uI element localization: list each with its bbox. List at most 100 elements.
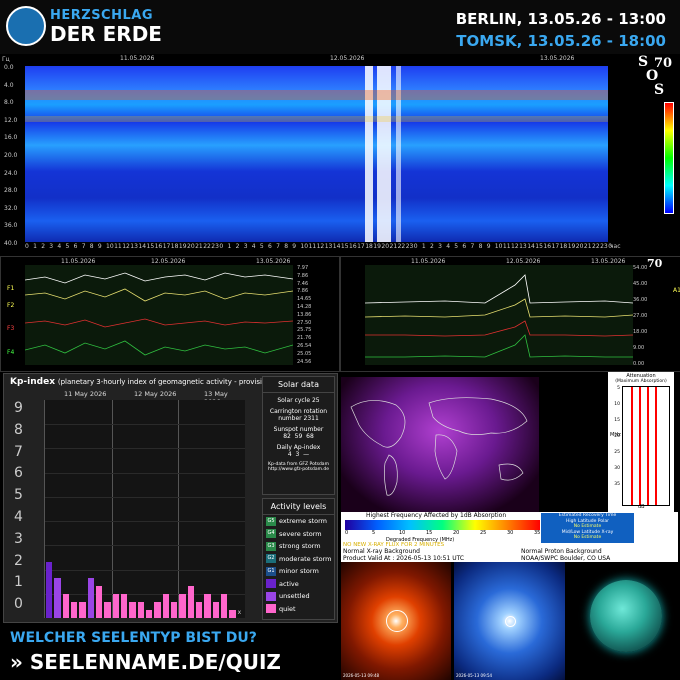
quiz-link[interactable]: » SEELENNAME.DE/QUIZ (10, 650, 281, 674)
kp-grid-line (45, 472, 245, 474)
spectrogram-y-tick: 8.0 (4, 99, 14, 107)
recovery-box: Estimated Recovery Time High Latitude Po… (541, 513, 634, 543)
sos-logo-num: 70 (654, 56, 673, 71)
sos-logo-small: 70 (647, 257, 663, 270)
spectrogram-x-tick: 3 (438, 243, 442, 250)
solar-cycle: Solar cycle 25 (277, 397, 320, 404)
carrington-label: Carrington rotation (269, 408, 328, 415)
attn-y-tick: 25 (614, 450, 620, 455)
spectrogram-x-tick: 22 (592, 243, 600, 250)
amp-label-a1: A1 (673, 287, 680, 294)
spectrogram-y-axis: 0.0 4.0 8.0 12.0 16.0 20.0 24.0 28.0 32.0 36.0 40.… (4, 64, 24, 247)
kp-bar (171, 601, 178, 618)
attn-y-tick: 10 (614, 402, 620, 407)
amp-date-3: 13.05.2026 (591, 258, 626, 265)
kp-bar (62, 593, 69, 618)
spectrogram-x-tick: 9 (97, 243, 102, 250)
freq-date-3: 13.05.2026 (256, 258, 291, 265)
drap-color-bar (345, 520, 540, 530)
spectrogram-x-tick: 2 (430, 243, 434, 250)
spectrogram-x-tick: 0 (219, 243, 224, 250)
freq-label-f4: F4 (7, 349, 15, 356)
spectrogram-x-tick: 8 (284, 243, 289, 250)
spectrogram-x-tick: 10 (494, 243, 503, 250)
spectrogram-band (25, 90, 608, 100)
activity-list: G5 extreme storm G4 severe storm G3 strong st… (263, 515, 334, 615)
tomsk-time: TOMSK, 13.05.26 - 18:00 (456, 32, 666, 50)
spectrogram-date-3: 13.05.2026 (540, 55, 575, 62)
drap-normal-proton: Normal Proton Background (521, 548, 602, 555)
spectrogram-x-tick: 11 (114, 243, 122, 250)
logo-line2: DER ERDE (50, 22, 162, 46)
activity-level-row: quiet (263, 603, 334, 616)
amp-y-tick: 9.00 (633, 345, 645, 351)
spectrogram-x-tick: 6 (462, 243, 467, 250)
kp-level-label: 8 (14, 421, 23, 438)
spectrogram-date-2: 12.05.2026 (330, 55, 365, 62)
kp-bar (121, 593, 128, 618)
attn-y-tick: 30 (614, 466, 620, 471)
activity-label: quiet (279, 604, 296, 613)
drap-tick: 20 (453, 530, 460, 536)
kp-bar (129, 601, 136, 618)
spectrogram-x-tick: 15 (340, 243, 349, 250)
spectrogram-x-tick: 16 (543, 243, 552, 250)
kp-day-divider (178, 400, 180, 618)
spectrogram-x-tick: 14 (138, 243, 147, 250)
spectrogram-unit: Гц (2, 56, 10, 63)
spectrogram-x-axis: 0 1 2 3 4 5 6 7 8 9 10 11 12 13 14 15 16 17 18 19 20 21 22 23 0 1… (25, 243, 612, 251)
kp-level-label: 7 (14, 443, 23, 460)
attn-line (639, 387, 641, 505)
spectrogram-x-tick: 23 (211, 243, 219, 250)
kp-bar (154, 601, 161, 618)
kp-level-label: 0 (14, 596, 23, 613)
freq-y-tick: 7.86 (297, 272, 309, 279)
amplitude-chart: 11.05.2026 12.05.2026 13.05.2026 54.00 45… (340, 256, 680, 372)
spectrogram-y-tick: 32.0 (4, 204, 18, 212)
attn-y-tick: 35 (614, 482, 620, 487)
kp-title: Kp-index (planetary 3-hourly index of ge… (10, 377, 298, 387)
sos-logo-s2: S (654, 82, 665, 98)
activity-label: strong storm (279, 542, 321, 551)
spectrogram-x-tick: 20 (381, 243, 390, 250)
freq-y-tick: 14.28 (297, 304, 312, 310)
spectrogram-x-tick: 3 (49, 243, 54, 250)
spectrogram-x-tick: 1 (421, 243, 426, 250)
spectrogram-x-tick: 0 (413, 243, 418, 250)
spectrogram-x-tick: 4 (57, 243, 62, 250)
sunspot-label: Sunspot number (273, 426, 324, 433)
spectrogram-x-tick: 22 (397, 243, 406, 250)
spectrogram-x-tick: 18 (365, 243, 373, 250)
header: HERZSCHLAG DER ERDE BERLIN, 13.05.26 - 1… (0, 0, 680, 54)
activity-label: minor storm (279, 567, 319, 576)
kp-bar (79, 601, 86, 618)
quiz-question: WELCHER SEELENTYP BIST DU? (10, 630, 257, 646)
kp-y-axis: 9 8 7 6 5 4 3 2 1 0 (8, 400, 42, 618)
activity-title: Activity levels (263, 499, 334, 515)
drap-tick: 25 (480, 530, 487, 536)
spectrogram-x-tick: 2 (41, 243, 46, 250)
spectrogram-date-1: 11.05.2026 (120, 55, 155, 62)
spectrogram-colorbar (664, 102, 674, 214)
freq-y-tick: 24.56 (297, 358, 312, 365)
attn-mhz: MHz (610, 432, 621, 438)
kp-bar (71, 601, 78, 618)
kp-bar (179, 593, 186, 618)
amp-y-tick: 18.00 (633, 329, 648, 335)
activity-badge (266, 579, 276, 589)
kp-level-label: 2 (14, 552, 23, 569)
kp-bar (204, 593, 211, 618)
drap-tick: 15 (426, 530, 433, 536)
spectrogram-x-tick: 17 (162, 243, 171, 250)
spectrogram-x-tick: 18 (170, 243, 179, 250)
spectrogram-y-tick: 20.0 (4, 152, 18, 159)
berlin-time: BERLIN, 13.05.26 - 13:00 (455, 10, 666, 28)
freq-y-tick: 25.75 (297, 327, 312, 334)
drap-tick: 10 (399, 530, 406, 536)
attn-sub: (Maximum Absorption) (615, 379, 667, 384)
sun-disk (590, 580, 662, 652)
spectrogram-y-tick: 40.0 (4, 240, 18, 247)
spectrogram-x-tick: 12 (316, 243, 325, 250)
freq-y-axis: 7.97 7.86 7.46 7.86 14.65 14.28 13.86 27.50 25.7… (297, 265, 335, 369)
drap-bar-title: Highest Frequency Affected by 1dB Absorp… (366, 512, 507, 519)
